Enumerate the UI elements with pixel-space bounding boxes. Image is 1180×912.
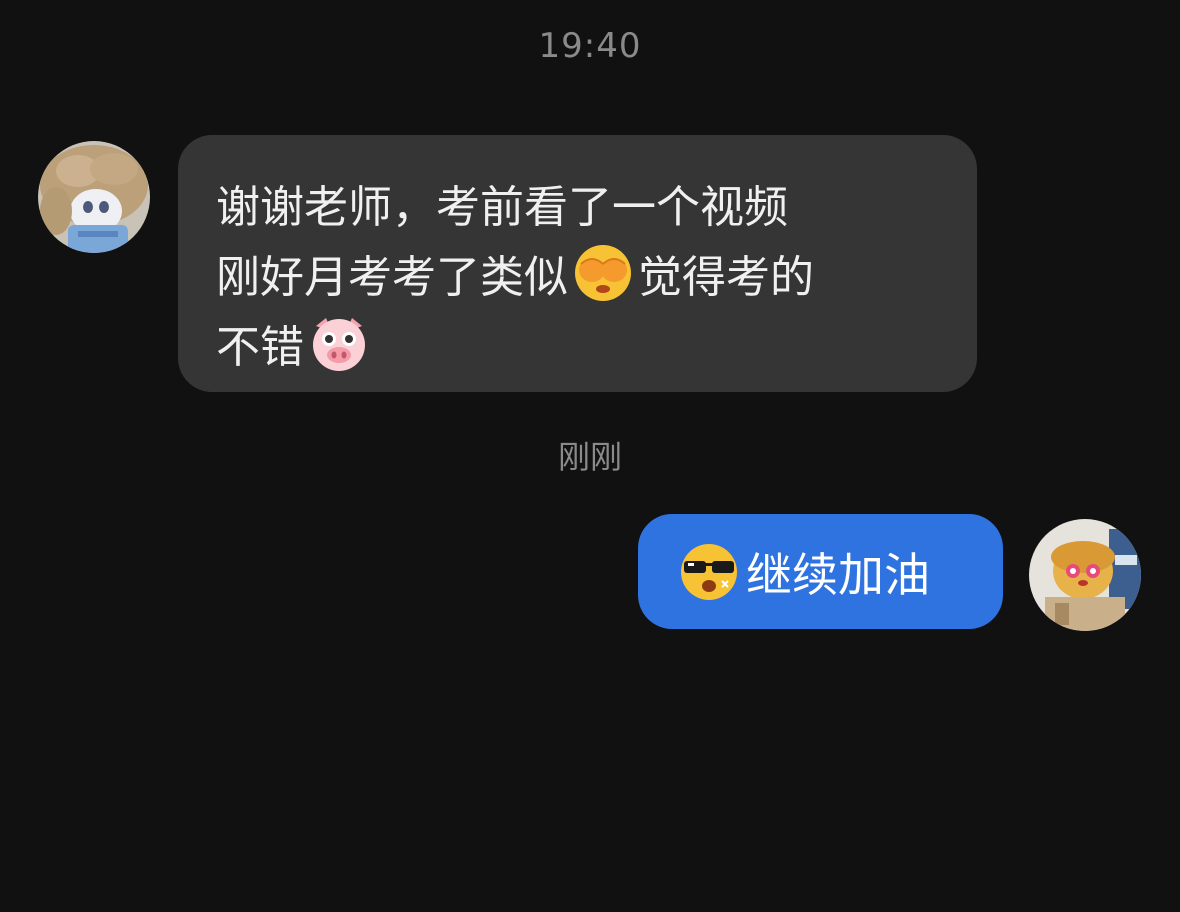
contact-avatar[interactable] (38, 141, 150, 253)
message-line: 不错 (216, 308, 939, 378)
my-avatar[interactable] (1029, 519, 1141, 631)
sunglasses-face-emoji-icon (678, 541, 740, 603)
pig-face-emoji-icon (308, 312, 370, 374)
doll-with-sunglasses-avatar-image (1029, 519, 1141, 631)
message-text: 不错 (216, 322, 304, 373)
message-text: 刚好月考考了类似 (216, 252, 568, 303)
message-text: 觉得考的 (638, 252, 814, 303)
message-timestamp: 19:40 (538, 26, 642, 66)
message-text: 谢谢老师，考前看了一个视频 (216, 182, 788, 233)
plush-doll-avatar-image (38, 141, 150, 253)
face-covering-eyes-emoji-icon (572, 242, 634, 304)
message-text: 继续加油 (746, 547, 930, 602)
message-line: 谢谢老师，考前看了一个视频 (216, 168, 939, 238)
message-timestamp: 刚刚 (557, 438, 622, 476)
incoming-message-bubble[interactable]: 谢谢老师，考前看了一个视频 刚好月考考了类似 觉得考的 不错 (178, 135, 977, 392)
outgoing-message-bubble[interactable]: 继续加油 (638, 514, 1003, 629)
message-line: 刚好月考考了类似 觉得考的 (216, 238, 939, 308)
